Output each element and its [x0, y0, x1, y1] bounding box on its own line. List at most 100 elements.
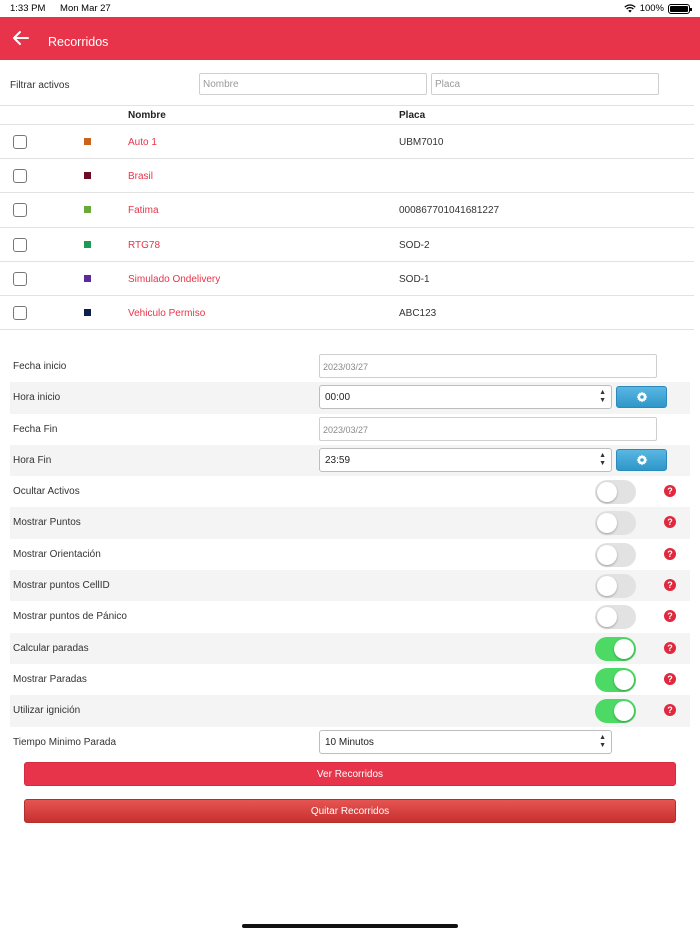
color-swatch	[84, 206, 91, 214]
tiempo-minimo-row: Tiempo Minimo Parada 10 Minutos ▲ ▼	[10, 727, 690, 758]
status-time: 1:33 PM	[10, 3, 46, 14]
help-icon[interactable]: ?	[664, 485, 676, 498]
toggle-label: Mostrar Orientación	[13, 548, 101, 560]
mostrar-cellid-toggle[interactable]	[595, 574, 636, 599]
toggle-row: Mostrar Orientación ?	[10, 539, 690, 570]
asset-name[interactable]: Auto 1	[128, 137, 157, 148]
mostrar-paradas-toggle[interactable]	[595, 667, 636, 692]
battery-icon	[668, 3, 692, 14]
quitar-recorridos-button[interactable]: Quitar Recorridos	[24, 799, 676, 823]
toggle-label: Calcular paradas	[13, 642, 89, 654]
toggle-row: Mostrar puntos CellID ?	[10, 570, 690, 602]
mostrar-panico-toggle[interactable]	[595, 605, 636, 630]
asset-name[interactable]: Fatima	[128, 205, 159, 216]
mostrar-puntos-toggle[interactable]	[595, 511, 636, 536]
hora-inicio-row: Hora inicio 00:00 ▲ ▼	[10, 382, 690, 414]
name-filter-input[interactable]	[199, 73, 427, 95]
fecha-inicio-input[interactable]: 2023/03/27	[319, 354, 657, 378]
toggle-row: Mostrar Puntos ?	[10, 507, 690, 539]
fecha-fin-row: Fecha Fin 2023/03/27	[10, 414, 690, 445]
help-icon[interactable]: ?	[664, 516, 676, 529]
color-swatch	[84, 274, 91, 282]
help-icon[interactable]: ?	[664, 641, 676, 654]
help-icon[interactable]: ?	[664, 579, 676, 592]
color-swatch	[84, 138, 91, 145]
tiempo-minimo-select[interactable]: 10 Minutos ▲ ▼	[319, 729, 612, 754]
wifi-icon	[624, 4, 636, 13]
toggle-label: Mostrar puntos de Pánico	[13, 611, 127, 623]
toggle-row: Utilizar ignición ?	[10, 695, 690, 727]
asset-checkbox[interactable]	[13, 169, 27, 184]
route-form: Fecha inicio 2023/03/27 Hora inicio 00:0…	[10, 351, 690, 758]
back-arrow-icon[interactable]	[10, 27, 32, 49]
hora-fin-value: 23:59	[325, 454, 351, 466]
toggle-row: Mostrar puntos de Pánico ?	[10, 601, 690, 632]
filter-label: Filtrar activos	[10, 80, 70, 91]
ver-recorridos-button[interactable]: Ver Recorridos	[24, 762, 676, 786]
toggle-row: Mostrar Paradas ?	[10, 664, 690, 695]
help-icon[interactable]: ?	[664, 672, 676, 685]
ocultar-activos-toggle[interactable]	[595, 480, 636, 505]
mostrar-orientacion-toggle[interactable]	[595, 542, 636, 567]
toggle-label: Mostrar Paradas	[13, 673, 87, 685]
table-row: Simulado Ondelivery SOD-1	[0, 262, 694, 296]
help-icon[interactable]: ?	[664, 610, 676, 623]
asset-checkbox[interactable]	[13, 203, 27, 218]
gear-icon	[636, 391, 648, 403]
hora-fin-select[interactable]: 23:59 ▲ ▼	[319, 447, 612, 472]
asset-plate: UBM7010	[399, 137, 444, 148]
gear-icon	[636, 454, 648, 466]
asset-name[interactable]: RTG78	[128, 240, 160, 251]
select-arrows-icon: ▲ ▼	[599, 389, 606, 405]
select-arrows-icon: ▲ ▼	[599, 451, 606, 467]
table-row: Auto 1 UBM7010	[0, 125, 694, 160]
asset-name[interactable]: Simulado Ondelivery	[128, 274, 220, 285]
toggle-label: Ocultar Activos	[13, 486, 80, 498]
table-row: RTG78 SOD-2	[0, 228, 694, 262]
fecha-fin-label: Fecha Fin	[13, 423, 58, 435]
tiempo-minimo-label: Tiempo Minimo Parada	[13, 736, 117, 748]
toggle-row: Calcular paradas ?	[10, 632, 690, 664]
asset-checkbox[interactable]	[13, 305, 27, 320]
fecha-inicio-row: Fecha inicio 2023/03/27	[10, 351, 690, 382]
fecha-inicio-label: Fecha inicio	[13, 361, 67, 372]
table-row: Fatima 000867701041681227	[0, 193, 694, 228]
toggle-label: Utilizar ignición	[13, 705, 81, 717]
status-right: 100%	[624, 3, 692, 14]
status-left: 1:33 PM Mon Mar 27	[10, 3, 123, 14]
calcular-paradas-toggle[interactable]	[595, 636, 636, 661]
asset-checkbox[interactable]	[13, 271, 27, 286]
status-bar: 1:33 PM Mon Mar 27 100%	[0, 0, 700, 17]
status-date: Mon Mar 27	[60, 3, 111, 14]
asset-checkbox[interactable]	[13, 237, 27, 252]
color-swatch	[84, 308, 91, 316]
hora-inicio-label: Hora inicio	[13, 392, 61, 404]
page-title: Recorridos	[48, 35, 109, 49]
hora-fin-label: Hora Fin	[13, 454, 52, 466]
asset-plate: SOD-2	[399, 239, 430, 251]
hora-fin-row: Hora Fin 23:59 ▲ ▼	[10, 444, 690, 477]
asset-plate: 000867701041681227	[399, 205, 500, 217]
fecha-fin-input[interactable]: 2023/03/27	[319, 416, 657, 441]
help-icon[interactable]: ?	[664, 547, 676, 560]
hora-fin-settings-button[interactable]	[616, 448, 667, 471]
asset-checkbox[interactable]	[13, 135, 27, 149]
select-arrows-icon: ▲ ▼	[599, 733, 606, 749]
home-indicator[interactable]	[242, 924, 458, 928]
tiempo-minimo-value: 10 Minutos	[325, 736, 374, 748]
toggle-label: Mostrar Puntos	[13, 517, 81, 529]
hora-inicio-settings-button[interactable]	[616, 386, 667, 409]
hora-inicio-select[interactable]: 00:00 ▲ ▼	[319, 385, 612, 410]
navbar: Recorridos	[0, 17, 700, 60]
help-icon[interactable]: ?	[664, 704, 676, 717]
toggle-label: Mostrar puntos CellID	[13, 580, 110, 592]
toggle-row: Ocultar Activos ?	[10, 476, 690, 507]
asset-name[interactable]: Vehiculo Permiso	[128, 308, 205, 319]
battery-percent: 100%	[639, 3, 664, 14]
table-header: Nombre Placa	[0, 105, 694, 125]
utilizar-ignicion-toggle[interactable]	[595, 699, 636, 724]
asset-plate: SOD-1	[399, 273, 430, 285]
asset-name[interactable]: Brasil	[128, 171, 153, 182]
header-name: Nombre	[128, 110, 166, 121]
plate-filter-input[interactable]	[431, 73, 659, 95]
